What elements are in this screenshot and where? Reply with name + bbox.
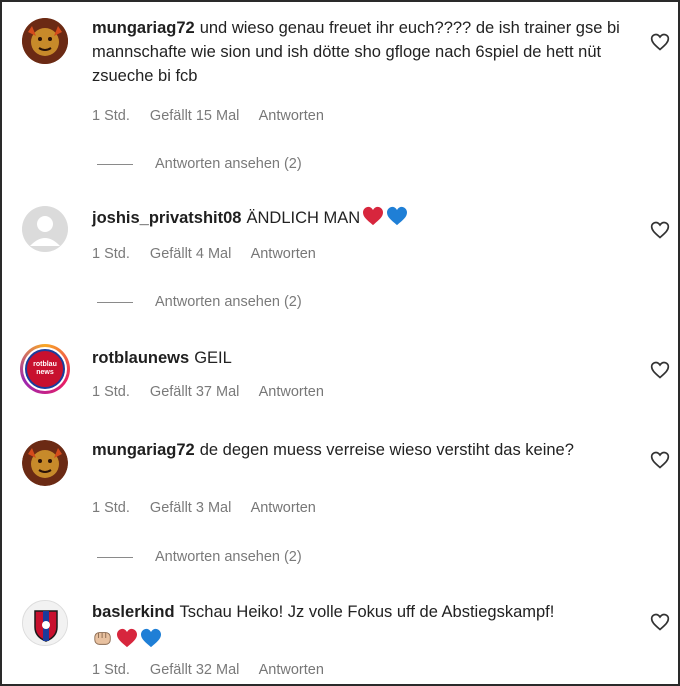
comment-likes[interactable]: Gefällt 32 Mal [150, 662, 239, 678]
reply-button[interactable]: Antworten [251, 246, 316, 262]
comment-likes[interactable]: Gefällt 3 Mal [150, 500, 231, 516]
comment-meta: 1 Std. Gefällt 15 Mal Antworten [92, 108, 340, 124]
comment-text: baslerkind Tschau Heiko! Jz volle Fokus u… [92, 600, 632, 624]
comment-likes[interactable]: Gefällt 4 Mal [150, 246, 231, 262]
comment-likes[interactable]: Gefällt 15 Mal [150, 108, 239, 124]
comment-meta: 1 Std. Gefällt 3 Mal Antworten [92, 500, 332, 516]
view-replies-button[interactable]: Antworten ansehen (2) [97, 294, 302, 310]
lion-avatar-icon [22, 18, 68, 64]
comment-username[interactable]: joshis_privatshit08 [92, 209, 241, 227]
default-avatar-icon [22, 206, 68, 252]
avatar-logo-text: rotblau news [33, 361, 57, 376]
comment-meta: 1 Std. Gefällt 37 Mal Antworten [92, 384, 340, 400]
like-heart-icon[interactable] [650, 612, 670, 632]
basel-crest-avatar-icon [23, 601, 67, 645]
rotblau-avatar: rotblau news [25, 349, 65, 389]
view-replies-button[interactable]: Antworten ansehen (2) [97, 549, 302, 565]
comment-body: GEIL [194, 349, 232, 367]
red-heart-icon [116, 628, 138, 653]
comment-meta: 1 Std. Gefällt 32 Mal Antworten [92, 662, 340, 678]
blue-heart-icon [140, 628, 162, 653]
comment-username[interactable]: mungariag72 [92, 441, 195, 459]
view-replies-label: Antworten ansehen (2) [155, 156, 302, 172]
comment-username[interactable]: mungariag72 [92, 19, 195, 37]
comment-time: 1 Std. [92, 384, 130, 400]
comment-time: 1 Std. [92, 246, 130, 262]
blue-heart-icon [386, 206, 408, 233]
user-avatar[interactable] [22, 18, 68, 64]
red-heart-icon [362, 206, 384, 233]
avatar-ring-inner: rotblau news [23, 347, 67, 391]
user-avatar[interactable] [22, 440, 68, 486]
comment-likes[interactable]: Gefällt 37 Mal [150, 384, 239, 400]
user-avatar[interactable] [22, 206, 68, 252]
like-heart-icon[interactable] [650, 220, 670, 240]
divider-line [97, 163, 133, 165]
comment-text: mungariag72 und wieso genau freuet ihr eu… [92, 16, 632, 88]
comment-text: rotblaunews GEIL [92, 346, 632, 370]
emoji-row [92, 628, 632, 650]
view-replies-button[interactable]: Antworten ansehen (2) [97, 156, 302, 172]
divider-line [97, 556, 133, 558]
comment-time: 1 Std. [92, 662, 130, 678]
divider-line [97, 301, 133, 303]
reply-button[interactable]: Antworten [259, 108, 324, 124]
comments-panel: mungariag72 und wieso genau freuet ihr eu… [0, 0, 680, 686]
lion-avatar-icon [22, 440, 68, 486]
comment-body: de degen muess verreise wieso verstiht d… [199, 441, 574, 459]
comment-username[interactable]: baslerkind [92, 603, 175, 621]
comment-meta: 1 Std. Gefällt 4 Mal Antworten [92, 246, 332, 262]
story-ring[interactable]: rotblau news [20, 344, 70, 394]
user-avatar[interactable] [22, 600, 68, 646]
view-replies-label: Antworten ansehen (2) [155, 549, 302, 565]
view-replies-label: Antworten ansehen (2) [155, 294, 302, 310]
like-heart-icon[interactable] [650, 360, 670, 380]
comment-username[interactable]: rotblaunews [92, 349, 189, 367]
comment-time: 1 Std. [92, 108, 130, 124]
comment-time: 1 Std. [92, 500, 130, 516]
fist-bump-icon [92, 628, 114, 653]
comment-body: Tschau Heiko! Jz volle Fokus uff de Abst… [179, 603, 555, 621]
comment-text: joshis_privatshit08 ÄNDLICH MAN [92, 206, 632, 233]
reply-button[interactable]: Antworten [259, 384, 324, 400]
like-heart-icon[interactable] [650, 32, 670, 52]
comment-text: mungariag72 de degen muess verreise wieso… [92, 438, 632, 462]
like-heart-icon[interactable] [650, 450, 670, 470]
reply-button[interactable]: Antworten [259, 662, 324, 678]
comment-body: ÄNDLICH MAN [246, 209, 361, 227]
reply-button[interactable]: Antworten [251, 500, 316, 516]
